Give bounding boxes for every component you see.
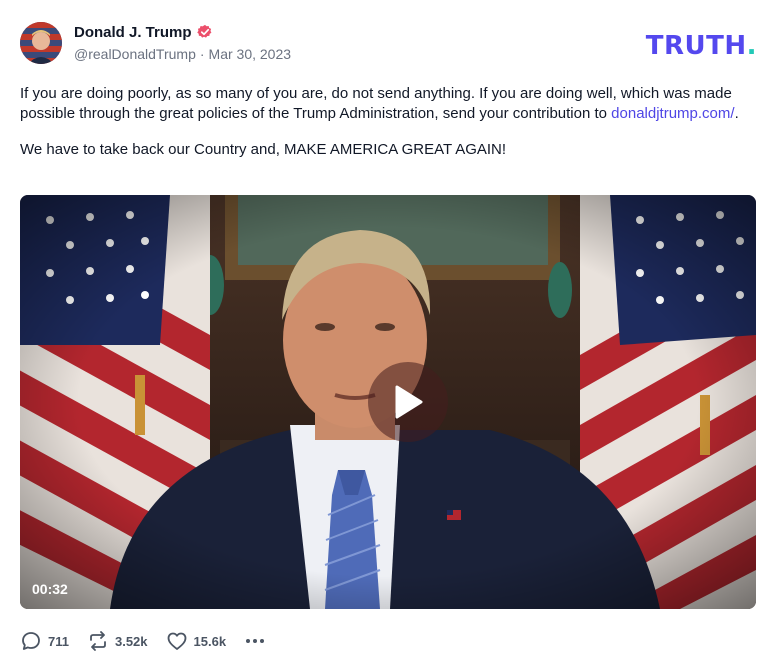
- author-handle[interactable]: @realDonaldTrump: [74, 46, 196, 62]
- retruth-button[interactable]: 3.52k: [87, 630, 148, 652]
- ellipsis-dot: [253, 639, 258, 643]
- post-date[interactable]: Mar 30, 2023: [209, 46, 292, 62]
- meta-separator: ·: [199, 46, 205, 62]
- like-count: 15.6k: [193, 633, 227, 649]
- reply-button[interactable]: 711: [20, 630, 69, 652]
- like-button[interactable]: 15.6k: [166, 630, 227, 652]
- reply-count: 711: [48, 633, 69, 649]
- heart-icon: [167, 632, 186, 650]
- post-header: Donald J. Trump @realDonaldTrump · Mar 3…: [20, 22, 757, 66]
- paragraph-1-end: .: [734, 105, 739, 122]
- retruth-count: 3.52k: [114, 633, 148, 649]
- author-block: Donald J. Trump @realDonaldTrump · Mar 3…: [74, 22, 291, 63]
- repost-icon: [90, 631, 106, 651]
- play-icon: [395, 385, 423, 419]
- verified-badge-icon: [196, 24, 211, 38]
- post-body: If you are doing poorly, as so many of y…: [20, 84, 757, 176]
- post-paragraph-1: If you are doing poorly, as so many of y…: [20, 84, 757, 124]
- ellipsis-icon: [246, 639, 251, 643]
- speech-bubble-icon: [22, 632, 40, 650]
- video-duration: 00:32: [32, 581, 68, 597]
- author-display-name[interactable]: Donald J. Trump: [74, 24, 192, 41]
- ellipsis-dot: [260, 639, 265, 643]
- author-meta: @realDonaldTrump · Mar 30, 2023: [74, 46, 291, 62]
- logo-dot: .: [746, 31, 757, 61]
- avatar[interactable]: [20, 22, 62, 64]
- logo-text: TRUTH: [645, 31, 747, 61]
- post-actions: 711 3.52k 15.6k: [20, 628, 266, 654]
- avatar-image: [20, 22, 62, 64]
- donation-link[interactable]: donaldjtrump.com/: [611, 105, 734, 122]
- more-options-button[interactable]: [244, 635, 266, 647]
- video-player[interactable]: 00:32: [20, 195, 756, 609]
- post-paragraph-2: We have to take back our Country and, MA…: [20, 141, 507, 158]
- truth-logo[interactable]: TRUTH.: [646, 31, 757, 61]
- play-button[interactable]: [368, 362, 448, 442]
